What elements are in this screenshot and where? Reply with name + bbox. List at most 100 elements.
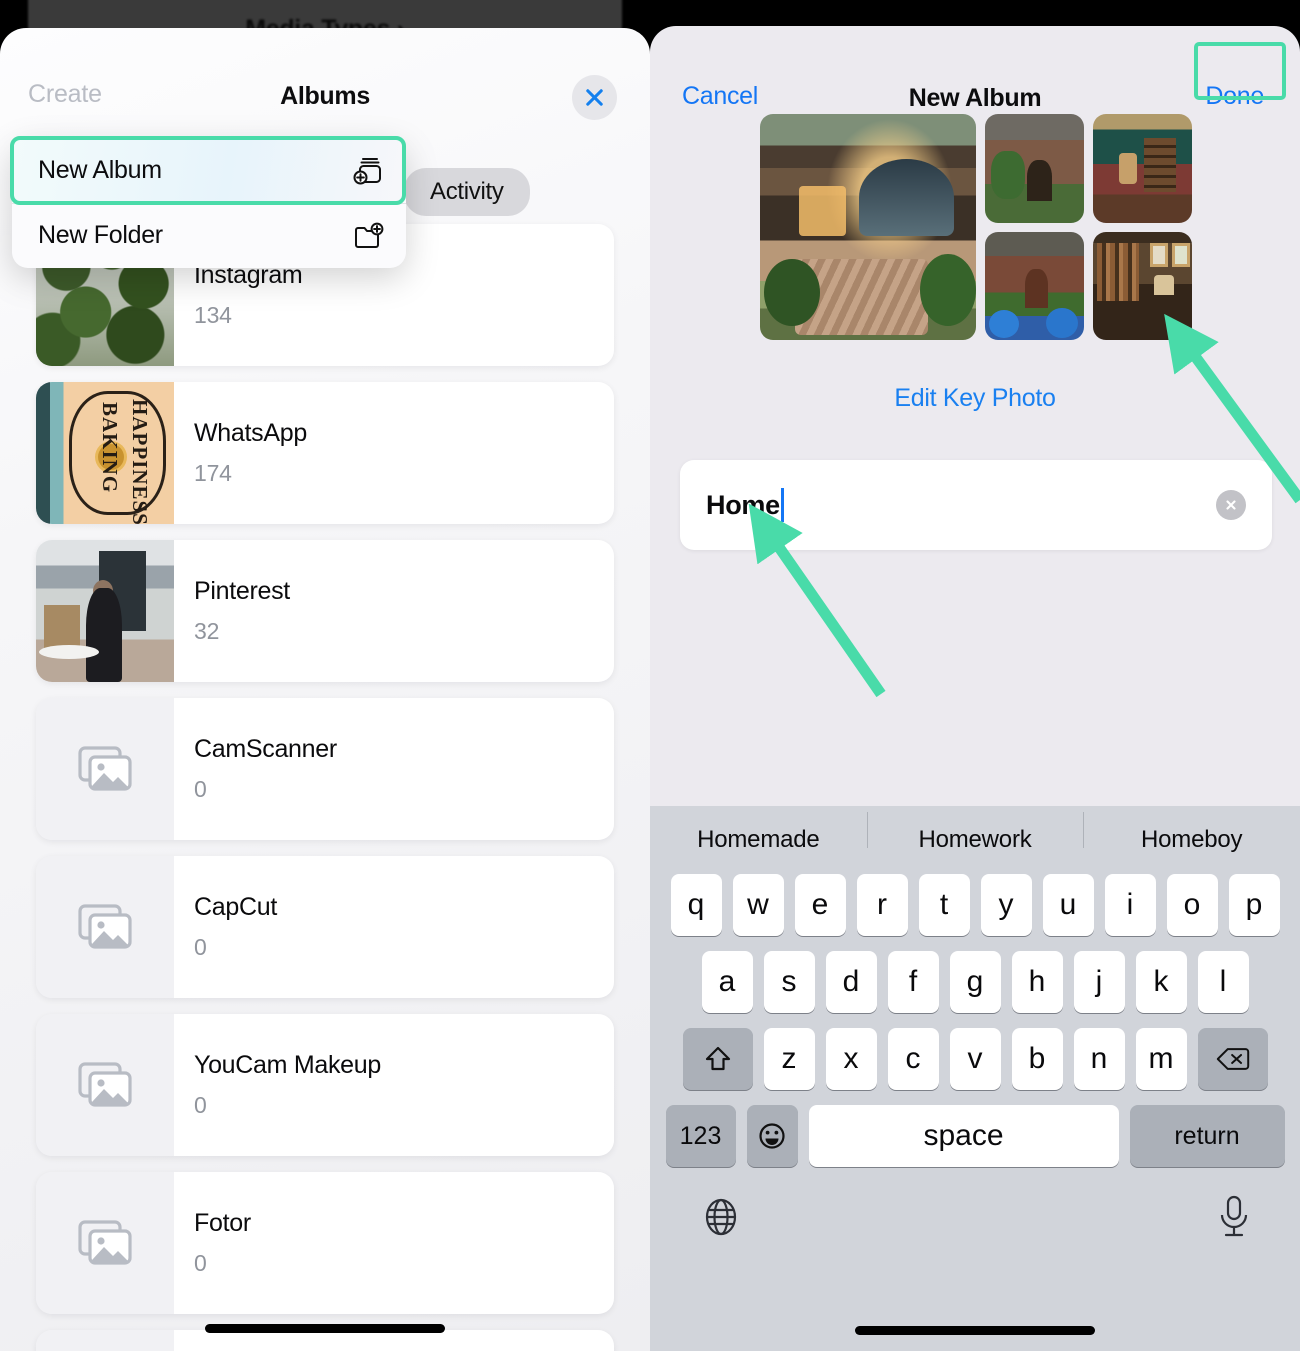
- emoji-key[interactable]: [746, 1105, 798, 1167]
- album-count: 174: [194, 460, 232, 486]
- key-s[interactable]: s: [763, 951, 815, 1013]
- new-folder-icon: [355, 222, 384, 248]
- key-z[interactable]: z: [763, 1028, 815, 1090]
- new-album-title: New Album: [908, 84, 1042, 112]
- shift-key[interactable]: [682, 1028, 753, 1090]
- new-album-sheet: Cancel New Album Done Edit Key Photo Hom…: [650, 26, 1300, 1351]
- album-row[interactable]: YouCam Makeup 0: [36, 1014, 614, 1156]
- clear-x-icon: [1226, 500, 1236, 510]
- suggestion-chip[interactable]: Homemade: [650, 826, 867, 854]
- key-c[interactable]: c: [887, 1028, 939, 1090]
- key-h[interactable]: h: [1011, 951, 1063, 1013]
- text-caret: [780, 488, 784, 522]
- on-screen-keyboard[interactable]: Homemade Homework Homeboy q w e r t y u …: [650, 806, 1300, 1351]
- activity-chip[interactable]: Activity: [404, 168, 530, 216]
- photo-mosaic[interactable]: [760, 114, 1192, 340]
- albums-list[interactable]: Instagram 134 BAKING HAPPINESS WhatsApp 1…: [0, 224, 650, 1351]
- microphone-icon[interactable]: [1216, 1194, 1252, 1240]
- album-row[interactable]: Fotor 0: [36, 1172, 614, 1314]
- backspace-key[interactable]: [1197, 1028, 1268, 1090]
- key-n[interactable]: n: [1073, 1028, 1125, 1090]
- home-indicator: [205, 1324, 445, 1333]
- key-v[interactable]: v: [949, 1028, 1001, 1090]
- albums-title: Albums: [280, 82, 370, 110]
- key-i[interactable]: i: [1104, 874, 1156, 936]
- key-w[interactable]: w: [732, 874, 784, 936]
- key-b[interactable]: b: [1011, 1028, 1063, 1090]
- album-row[interactable]: CapCut 0: [36, 856, 614, 998]
- key-y[interactable]: y: [980, 874, 1032, 936]
- key-r[interactable]: r: [856, 874, 908, 936]
- close-x-icon: [586, 89, 603, 106]
- mosaic-photo[interactable]: [1093, 114, 1192, 223]
- suggestion-chip[interactable]: Homework: [866, 812, 1084, 854]
- done-button[interactable]: Done: [1205, 82, 1264, 111]
- mosaic-photo[interactable]: [985, 232, 1084, 340]
- albums-sheet: Create Albums Activity New Album New Fol…: [0, 28, 650, 1351]
- backspace-icon: [1216, 1048, 1249, 1070]
- key-g[interactable]: g: [949, 951, 1001, 1013]
- suggestion-chip[interactable]: Homeboy: [1083, 812, 1300, 854]
- album-name: Pinterest: [194, 577, 290, 605]
- keyboard-bottom-bar: [650, 1182, 1300, 1268]
- album-row[interactable]: CamScanner 0: [36, 698, 614, 840]
- album-count: 0: [194, 1092, 207, 1118]
- key-j[interactable]: j: [1073, 951, 1125, 1013]
- key-a[interactable]: a: [701, 951, 753, 1013]
- key-e[interactable]: e: [794, 874, 846, 936]
- mosaic-photo[interactable]: [1093, 232, 1192, 340]
- key-d[interactable]: d: [825, 951, 877, 1013]
- numbers-key[interactable]: 123: [665, 1105, 736, 1167]
- key-p[interactable]: p: [1228, 874, 1280, 936]
- key-f[interactable]: f: [887, 951, 939, 1013]
- shift-arrow-icon: [705, 1046, 730, 1071]
- emoji-smiley-icon: [759, 1123, 785, 1149]
- album-thumbnail-placeholder: [36, 1014, 174, 1156]
- menu-item-new-album-label: New Album: [38, 156, 162, 184]
- globe-icon[interactable]: [700, 1196, 742, 1238]
- menu-item-new-folder[interactable]: New Folder: [12, 203, 406, 268]
- key-x[interactable]: x: [825, 1028, 877, 1090]
- album-thumbnail: [36, 540, 174, 682]
- album-row[interactable]: BAKING HAPPINESS WhatsApp 174: [36, 382, 614, 524]
- photo-stack-icon: [78, 746, 132, 791]
- screenshot-root: Media Types › Create Albums Activity New…: [0, 0, 1300, 1351]
- album-name-value: Home: [706, 489, 780, 520]
- album-thumbnail-placeholder: [36, 1330, 174, 1351]
- mosaic-photo-primary[interactable]: [760, 114, 976, 340]
- album-count: 134: [194, 302, 232, 328]
- key-l[interactable]: l: [1197, 951, 1249, 1013]
- menu-item-new-album[interactable]: New Album: [12, 138, 406, 203]
- album-name: Fotor: [194, 1209, 251, 1237]
- key-k[interactable]: k: [1135, 951, 1187, 1013]
- key-o[interactable]: o: [1166, 874, 1218, 936]
- new-album-header: Cancel New Album Done: [650, 26, 1300, 118]
- album-row[interactable]: [36, 1330, 614, 1351]
- albums-sheet-header: Create Albums: [0, 28, 650, 120]
- key-t[interactable]: t: [918, 874, 970, 936]
- right-phone-panel: Cancel New Album Done Edit Key Photo Hom…: [650, 0, 1300, 1351]
- close-button[interactable]: [572, 75, 617, 120]
- edit-key-photo-button[interactable]: Edit Key Photo: [650, 384, 1300, 413]
- return-key[interactable]: return: [1129, 1105, 1285, 1167]
- keyboard-suggestion-bar[interactable]: Homemade Homework Homeboy: [650, 806, 1300, 874]
- album-row[interactable]: Pinterest 32: [36, 540, 614, 682]
- keyboard-row-3: z x c v b n m: [650, 1028, 1300, 1090]
- album-count: 32: [194, 618, 220, 644]
- album-name-input[interactable]: Home: [680, 460, 1272, 550]
- keyboard-row-1: q w e r t y u i o p: [650, 874, 1300, 936]
- key-u[interactable]: u: [1042, 874, 1094, 936]
- album-thumbnail: BAKING HAPPINESS: [36, 382, 174, 524]
- clear-text-button[interactable]: [1216, 490, 1246, 520]
- new-album-icon: [353, 157, 381, 184]
- key-q[interactable]: q: [670, 874, 722, 936]
- home-indicator: [855, 1326, 1095, 1335]
- create-dropdown-menu: New Album New Folder: [12, 138, 406, 268]
- mosaic-photo[interactable]: [985, 114, 1084, 223]
- album-name: CapCut: [194, 893, 277, 921]
- photo-stack-icon: [78, 904, 132, 949]
- key-m[interactable]: m: [1135, 1028, 1187, 1090]
- space-key[interactable]: space: [808, 1105, 1119, 1167]
- keyboard-row-4: 123 space return: [650, 1105, 1300, 1167]
- menu-item-new-folder-label: New Folder: [38, 221, 163, 249]
